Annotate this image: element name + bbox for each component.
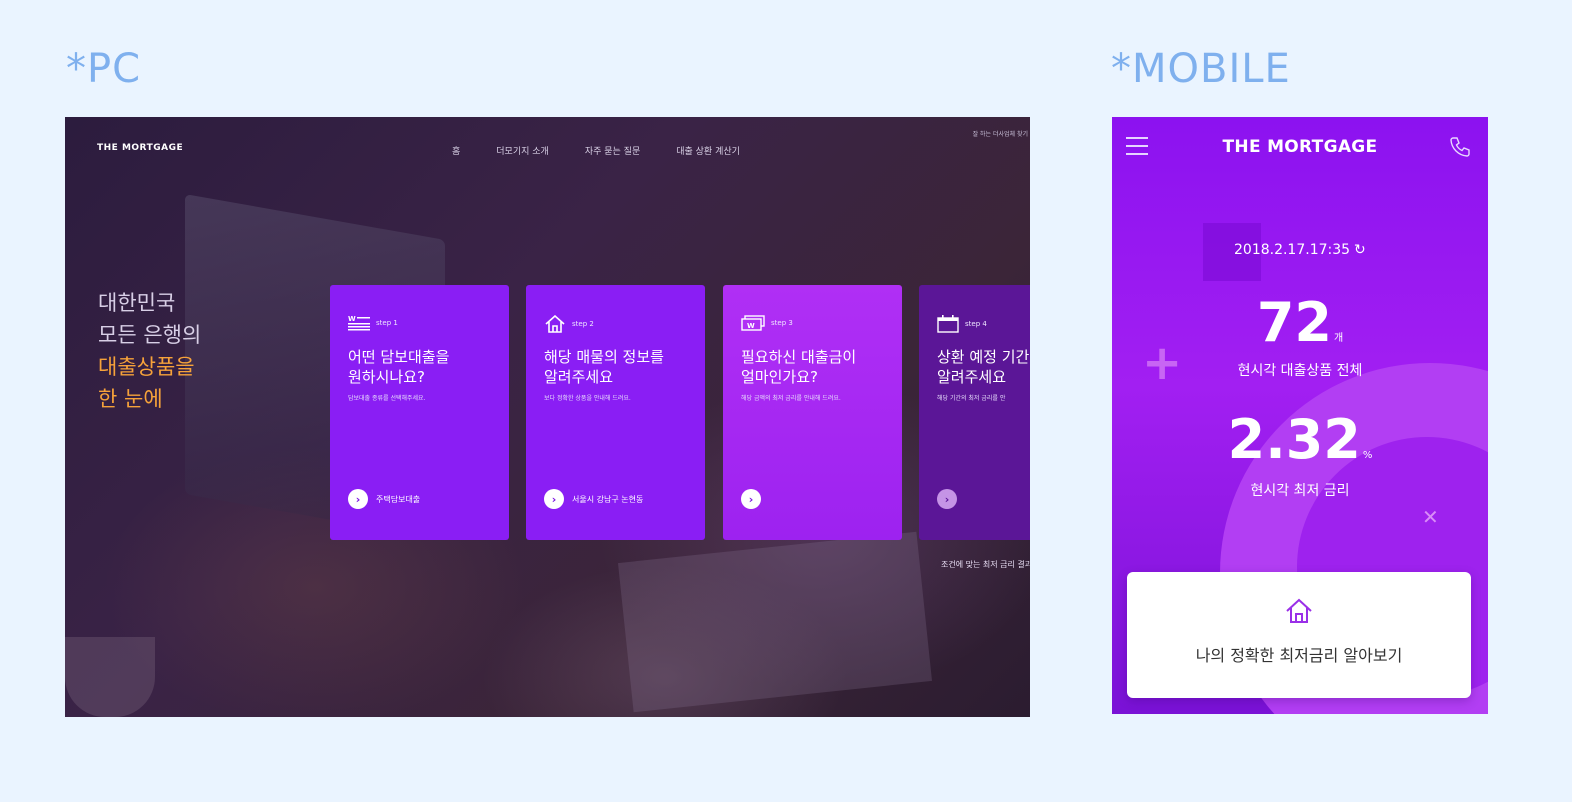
pc-result-note: 조건에 맞는 최저 금리 결과 — [941, 560, 1030, 569]
card-title-line-2: 원하시나요? — [348, 368, 425, 386]
nav-item-faq[interactable]: 자주 묻는 질문 — [585, 144, 640, 157]
step-label: step 1 — [376, 319, 398, 327]
datetime-text: 2018.2.17.17:35 — [1234, 242, 1351, 258]
lowest-rate-value: 2.32 — [1227, 408, 1361, 471]
refresh-icon[interactable]: ↻ — [1354, 242, 1366, 258]
hero-line-4: 한 눈에 — [98, 387, 163, 411]
lowest-rate-unit: % — [1362, 450, 1373, 461]
house-icon — [1286, 598, 1312, 623]
card-title-line-1: 어떤 담보대출을 — [348, 348, 450, 366]
step-card-2[interactable]: step 2 해당 매물의 정보를 알려주세요 보다 정확한 상품을 안내해 드… — [526, 285, 705, 540]
chevron-right-icon[interactable]: › — [544, 489, 564, 509]
close-icon: ✕ — [1422, 505, 1439, 529]
card-cta[interactable]: › — [741, 489, 769, 509]
card-cta[interactable]: › 주택담보대출 — [348, 489, 420, 509]
chevron-right-icon[interactable]: › — [937, 489, 957, 509]
nav-item-calculator[interactable]: 대출 상환 계산기 — [676, 144, 740, 157]
hero-line-2: 모든 은행의 — [98, 323, 202, 347]
step-label: step 4 — [965, 320, 987, 328]
pc-section-label: *PC — [66, 46, 142, 92]
svg-text:W: W — [348, 315, 356, 323]
chevron-right-icon[interactable]: › — [741, 489, 761, 509]
step-label: step 2 — [572, 320, 594, 328]
card-description: 해당 금액의 최저 금리를 안내해 드려요. — [741, 395, 841, 402]
step-row: step 4 — [937, 315, 987, 333]
find-rate-button-label: 나의 정확한 최저금리 알아보기 — [1195, 646, 1403, 665]
pc-logo[interactable]: THE MORTGAGE — [97, 143, 183, 153]
background-papers — [617, 531, 933, 713]
mobile-screenshot: THE MORTGAGE 2018.2.17.17:35 ↻ 72 개 현시각 대… — [1112, 117, 1488, 714]
card-description: 담보대출 종류를 선택해주세요. — [348, 395, 426, 402]
plus-icon: + — [1142, 335, 1183, 391]
step-card-4[interactable]: step 4 상환 예정 기간 알려주세요 해당 기간의 최저 금리를 안 › — [919, 285, 1030, 540]
pc-screenshot: THE MORTGAGE 홈 더모기지 소개 자주 묻는 질문 대출 상환 계산… — [65, 117, 1030, 717]
card-description: 해당 기간의 최저 금리를 안 — [937, 395, 1006, 402]
pc-top-right-link[interactable]: 잘 하는 더사업체 찾기 — [973, 129, 1028, 138]
card-title-line-1: 필요하신 대출금이 — [741, 348, 857, 366]
pc-nav: 홈 더모기지 소개 자주 묻는 질문 대출 상환 계산기 — [452, 144, 776, 157]
card-cta-label: 서울시 강남구 논현동 — [572, 494, 644, 504]
nav-item-about[interactable]: 더모기지 소개 — [496, 144, 549, 157]
chevron-right-icon[interactable]: › — [348, 489, 368, 509]
step-label: step 3 — [771, 319, 793, 327]
card-cta-label: 주택담보대출 — [376, 494, 421, 504]
svg-text:W: W — [747, 322, 755, 330]
card-title-line-2: 알려주세요 — [544, 368, 614, 386]
hero-line-1: 대한민국 — [98, 291, 176, 315]
card-cta[interactable]: › — [937, 489, 957, 509]
money-icon: W — [741, 315, 765, 331]
calendar-icon — [937, 315, 959, 333]
card-title: 상환 예정 기간 알려주세요 — [937, 347, 1029, 387]
background-cup — [65, 637, 155, 717]
step-row: step 2 — [544, 315, 594, 333]
card-title: 어떤 담보대출을 원하시나요? — [348, 347, 449, 387]
lowest-rate-label: 현시각 최저 금리 — [1250, 483, 1350, 499]
house-icon — [545, 315, 565, 333]
lowest-rate: 2.32% — [1112, 412, 1488, 468]
card-title-line-1: 해당 매물의 정보를 — [544, 348, 664, 366]
product-count-value: 72 — [1256, 291, 1332, 354]
list-icon: W — [348, 315, 370, 331]
find-rate-button[interactable]: 나의 정확한 최저금리 알아보기 — [1127, 572, 1471, 698]
mobile-logo[interactable]: THE MORTGAGE — [1112, 137, 1488, 157]
step-card-1[interactable]: W step 1 어떤 담보대출을 원하시나요? 담보대출 종류를 선택해주세요… — [330, 285, 509, 540]
card-title: 해당 매물의 정보를 알려주세요 — [544, 347, 664, 387]
mobile-section-label: *MOBILE — [1111, 46, 1291, 92]
step-row: W step 3 — [741, 315, 793, 331]
card-title-line-2: 얼마인가요? — [741, 368, 818, 386]
phone-icon[interactable] — [1448, 135, 1472, 159]
step-card-3[interactable]: W step 3 필요하신 대출금이 얼마인가요? 해당 금액의 최저 금리를 … — [723, 285, 902, 540]
datetime-display: 2018.2.17.17:35 ↻ — [1234, 242, 1366, 258]
card-title-line-1: 상환 예정 기간 — [937, 348, 1030, 366]
nav-item-home[interactable]: 홈 — [452, 144, 460, 157]
product-count-unit: 개 — [1333, 333, 1344, 344]
card-cta[interactable]: › 서울시 강남구 논현동 — [544, 489, 643, 509]
step-row: W step 1 — [348, 315, 398, 331]
pc-hero-text: 대한민국 모든 은행의 대출상품을 한 눈에 — [98, 287, 201, 415]
card-description: 보다 정확한 상품을 안내해 드려요. — [544, 395, 631, 402]
card-title-line-2: 알려주세요 — [937, 368, 1007, 386]
hero-line-3: 대출상품을 — [98, 355, 195, 379]
card-title: 필요하신 대출금이 얼마인가요? — [741, 347, 856, 387]
